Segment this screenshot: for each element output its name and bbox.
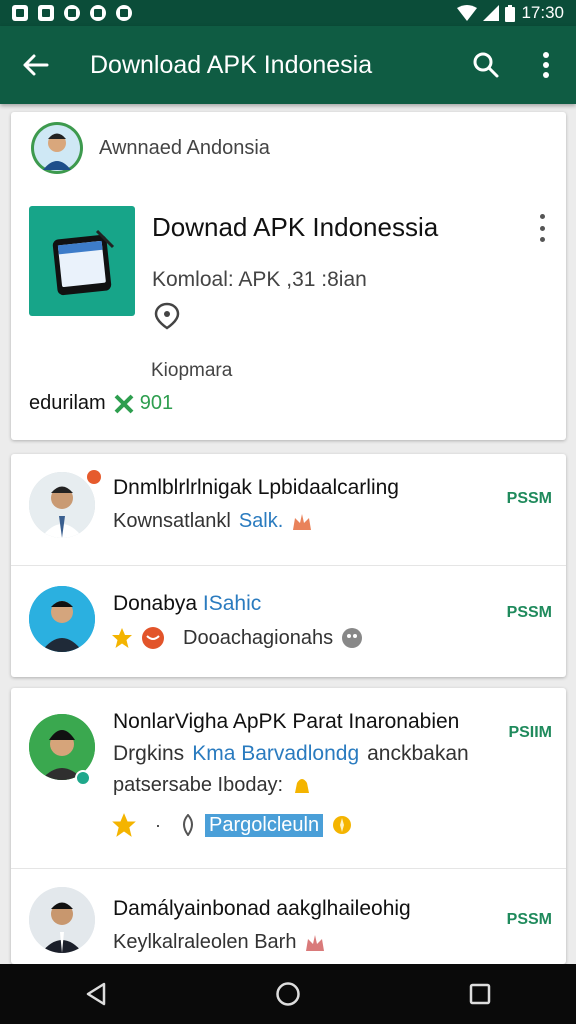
page-title: Download APK Indonesia bbox=[90, 50, 373, 79]
app-subtitle: Komloal: APK ,31 :8ian bbox=[152, 268, 367, 291]
sparkle-icon bbox=[333, 816, 352, 834]
back-button[interactable] bbox=[0, 26, 70, 104]
reviews-card: Dnmlblrlrlnigak Lpbidaalcarling Kownsatl… bbox=[11, 454, 566, 677]
star-icon bbox=[112, 813, 136, 837]
gallery-notification-icon bbox=[12, 5, 28, 21]
reviewer-avatar bbox=[29, 586, 95, 652]
app-overflow-menu[interactable] bbox=[536, 214, 548, 242]
pin-icon bbox=[183, 814, 193, 836]
crown-emoji-icon bbox=[306, 934, 325, 951]
nav-home-button[interactable] bbox=[228, 964, 348, 1024]
search-icon bbox=[473, 52, 499, 78]
list-item[interactable]: Donabya ISahic Dooachagionahs PSSM bbox=[11, 566, 566, 677]
overflow-menu-button[interactable] bbox=[516, 26, 576, 104]
triangle-back-icon bbox=[86, 982, 106, 1006]
sync-notification-icon bbox=[64, 5, 80, 21]
list-item[interactable]: Damályainbonad aakglhaileohig Keylkalral… bbox=[11, 869, 566, 964]
status-badge: PSSM bbox=[506, 490, 552, 507]
list-item[interactable]: Dnmlblrlrlnigak Lpbidaalcarling Kownsatl… bbox=[11, 454, 566, 565]
battery-icon bbox=[505, 4, 516, 22]
status-badge: PSSM bbox=[506, 604, 552, 621]
developer-row[interactable]: Awnnaed Andonsia bbox=[31, 122, 270, 174]
separator-dot: · bbox=[155, 814, 161, 835]
review-text: Keylkalraleolen Barh bbox=[113, 931, 297, 953]
app-detail-card: Awnnaed Andonsia Downad APK Indonessia K… bbox=[11, 112, 566, 440]
emoji-face-icon bbox=[142, 627, 164, 649]
location-pin-icon bbox=[154, 302, 180, 335]
app-icon bbox=[29, 206, 135, 316]
status-bar: 17:30 bbox=[0, 0, 576, 26]
review-link[interactable]: Salk. bbox=[239, 510, 283, 533]
verified-badge-icon bbox=[75, 770, 91, 786]
stats-value: 901 bbox=[139, 392, 174, 414]
search-button[interactable] bbox=[456, 26, 516, 104]
review-text: anckbakan bbox=[367, 742, 469, 765]
chat-notification-icon bbox=[116, 5, 132, 21]
status-time: 17:30 bbox=[521, 3, 564, 22]
wifi-icon bbox=[457, 5, 478, 21]
developer-avatar bbox=[31, 122, 83, 174]
status-badge: PSSM bbox=[506, 911, 552, 928]
tablet-icon bbox=[52, 229, 115, 296]
highlighted-tag[interactable]: Pargolcleuln bbox=[205, 813, 324, 837]
app-bar: Download APK Indonesia bbox=[0, 26, 576, 104]
review-text: Kownsatlankl bbox=[113, 510, 231, 532]
developer-name: Awnnaed Andonsia bbox=[99, 136, 270, 159]
review-title: Donabya bbox=[113, 592, 198, 615]
signal-icon bbox=[483, 5, 500, 21]
reviewer-avatar bbox=[29, 887, 95, 953]
emoji-icon bbox=[342, 628, 363, 648]
notification-dot-icon bbox=[87, 470, 101, 484]
bell-emoji-icon bbox=[295, 778, 310, 793]
nav-recents-button[interactable] bbox=[420, 964, 540, 1024]
nav-back-button[interactable] bbox=[36, 964, 156, 1024]
app-title: Downad APK Indonessia bbox=[152, 212, 439, 242]
review-text: Dooachagionahs bbox=[183, 626, 334, 649]
star-icon bbox=[112, 628, 132, 648]
review-title: NonlarVigha ApPK Parat Inaronabien bbox=[113, 710, 460, 733]
review-title: Dnmlblrlrlnigak Lpbidaalcarling bbox=[113, 476, 399, 499]
app-category-label: Kiopmara bbox=[151, 360, 233, 381]
reviews-card: NonlarVigha ApPK Parat Inaronabien Drgki… bbox=[11, 688, 566, 964]
review-text: Drgkins bbox=[113, 742, 185, 765]
list-item[interactable]: NonlarVigha ApPK Parat Inaronabien Drgki… bbox=[11, 688, 566, 868]
review-title-tag[interactable]: ISahic bbox=[203, 592, 261, 615]
square-recents-icon bbox=[469, 983, 491, 1005]
feather-notification-icon bbox=[90, 5, 106, 21]
crown-emoji-icon bbox=[293, 513, 312, 530]
review-link[interactable]: Kma Barvadlondg bbox=[192, 742, 359, 766]
stats-label: edurilam bbox=[29, 392, 106, 414]
status-badge: PSIIM bbox=[508, 724, 552, 741]
review-text: patsersabe Iboday: bbox=[113, 774, 284, 796]
reviewer-avatar bbox=[29, 472, 95, 538]
arrow-left-icon bbox=[23, 54, 49, 76]
review-title: Damályainbonad aakglhaileohig bbox=[113, 897, 411, 920]
more-vert-icon bbox=[543, 52, 549, 78]
download-badge-icon bbox=[114, 394, 134, 413]
app-stats: edurilam 901 bbox=[29, 392, 173, 415]
system-nav-bar bbox=[0, 964, 576, 1024]
circle-home-icon bbox=[276, 982, 300, 1006]
app-notification-icon bbox=[38, 5, 54, 21]
